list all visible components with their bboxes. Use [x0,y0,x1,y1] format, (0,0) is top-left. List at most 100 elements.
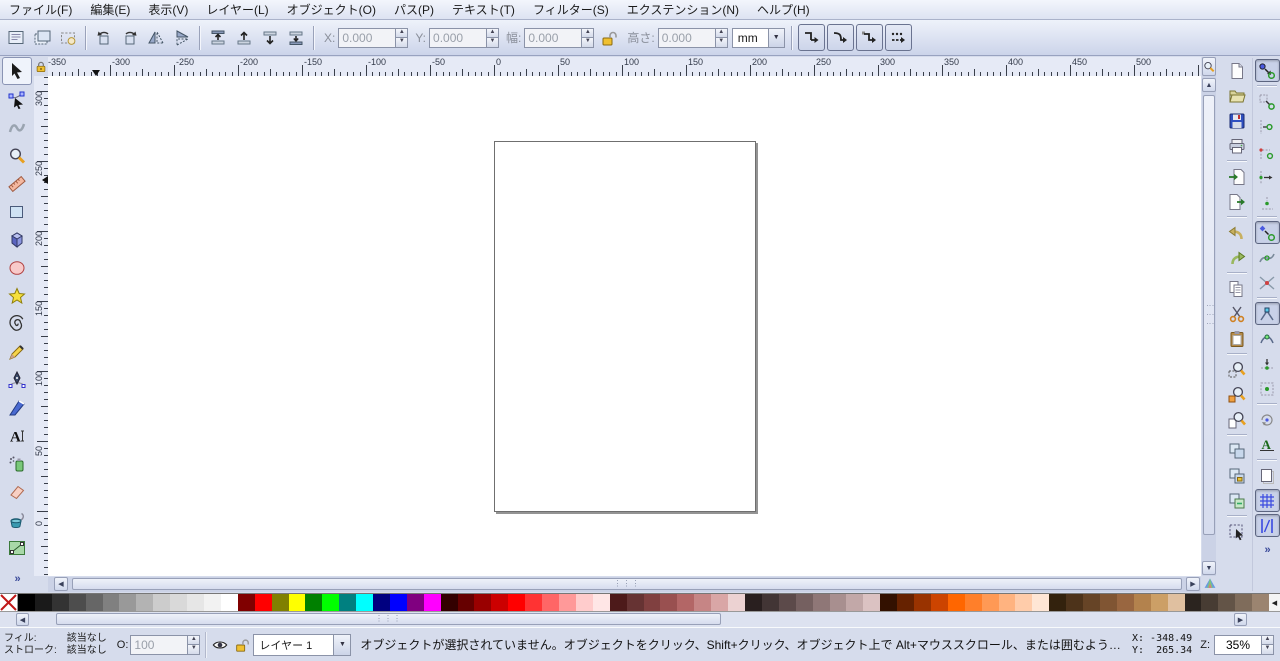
menu-filters[interactable]: フィルター(S) [524,0,618,20]
palette-swatch[interactable] [1252,594,1270,611]
palette-swatch[interactable] [1083,594,1100,611]
palette-swatch[interactable] [542,594,559,611]
redo-button[interactable] [1225,246,1250,269]
scroll-down-arrow[interactable]: ▼ [1202,561,1216,575]
y-spin-down[interactable]: ▼ [486,38,500,48]
snap-bounding-box-toggle[interactable] [1255,90,1280,113]
vertical-scroll-thumb[interactable]: ⋮⋮⋮ [1203,95,1215,535]
flip-vertical-button[interactable] [170,26,194,50]
palette-swatch[interactable] [423,594,441,611]
menu-edit[interactable]: 編集(E) [81,0,139,20]
print-button[interactable] [1225,134,1250,157]
palette-swatch[interactable] [1150,594,1168,611]
palette-swatch[interactable] [930,594,948,611]
lower-button[interactable] [258,26,282,50]
snap-object-centers-toggle[interactable] [1255,377,1280,400]
palette-swatch[interactable] [1049,594,1067,611]
move-gradients-toggle[interactable] [855,24,883,51]
palette-swatch[interactable] [728,594,745,611]
palette-swatch[interactable] [203,594,221,611]
tool-node-editor[interactable] [3,87,31,113]
duplicate-button[interactable] [1225,439,1250,462]
palette-swatch[interactable] [1133,594,1151,611]
palette-swatch[interactable] [102,594,120,611]
tool-tweak[interactable] [3,115,31,141]
palette-swatch[interactable] [389,594,407,611]
snap-bbox-edges-toggle[interactable] [1255,115,1280,138]
lower-to-bottom-button[interactable] [284,26,308,50]
cut-button[interactable] [1225,302,1250,325]
y-input[interactable] [429,27,487,48]
snap-bbox-edge-midpoints-toggle[interactable] [1255,165,1280,188]
move-patterns-toggle[interactable] [884,24,912,51]
snapbar-overflow[interactable]: » [1264,544,1270,556]
toolbox-overflow[interactable]: » [14,573,20,585]
horizontal-scroll-thumb[interactable]: ⋮⋮⋮ [72,578,1182,590]
palette-swatch[interactable] [68,594,86,611]
palette-swatch[interactable] [964,594,982,611]
tool-selector[interactable] [2,57,32,85]
menu-file[interactable]: ファイル(F) [0,0,81,20]
palette-swatch[interactable] [559,594,576,611]
tool-measure[interactable] [3,171,31,197]
palette-swatch[interactable] [305,594,323,611]
palette-swatch[interactable] [136,594,154,611]
palette-swatch[interactable] [761,594,779,611]
palette-swatch[interactable] [1066,594,1084,611]
opacity-spinbox[interactable]: ▲▼ [130,634,201,655]
tool-ellipse[interactable] [3,255,31,281]
layer-selector[interactable]: レイヤー 1 ▼ [253,633,352,656]
scale-stroke-width-toggle[interactable] [797,24,825,51]
palette-swatch[interactable] [643,594,661,611]
palette-swatch[interactable] [474,594,492,611]
scale-rounded-corners-toggle[interactable] [826,24,854,51]
copy-button[interactable] [1225,277,1250,300]
scroll-right-arrow[interactable]: ▶ [1186,577,1200,591]
palette-swatch[interactable] [34,594,52,611]
width-spin-down[interactable]: ▼ [581,38,595,48]
palette-scroll-thumb[interactable]: ⋮⋮⋮ [56,613,721,625]
x-input[interactable] [338,27,396,48]
palette-swatch[interactable] [322,594,340,611]
canvas[interactable] [48,76,1201,576]
select-all-button[interactable] [4,26,28,50]
zoom-page-button[interactable] [1225,408,1250,431]
palette-swatch[interactable] [170,594,188,611]
palette-swatch[interactable] [1100,594,1117,611]
palette-swatch[interactable] [85,594,103,611]
deselect-button[interactable] [56,26,80,50]
zoom-up[interactable]: ▲ [1261,634,1274,645]
raise-to-top-button[interactable] [206,26,230,50]
palette-swatch[interactable] [508,594,526,611]
new-document-button[interactable] [1225,59,1250,82]
palette-scrollbar[interactable]: ◀ ⋮⋮⋮ ▶ [0,612,1280,627]
rotate-90-ccw-button[interactable] [92,26,116,50]
menu-path[interactable]: パス(P) [385,0,443,20]
zoom-drawing-button[interactable] [1225,383,1250,406]
opacity-up[interactable]: ▲ [187,634,201,645]
tool-bezier-pen[interactable] [3,367,31,393]
snap-line-midpoints-toggle[interactable] [1255,352,1280,375]
height-input[interactable] [657,27,715,48]
palette-swatch[interactable] [373,594,390,611]
save-button[interactable] [1225,109,1250,132]
palette-swatch[interactable] [1032,594,1050,611]
zoom-selection-button[interactable] [1225,358,1250,381]
palette-swatch[interactable] [947,594,965,611]
palette-swatch[interactable] [846,594,864,611]
palette-swatch[interactable] [220,594,238,611]
palette-swatch[interactable] [626,594,644,611]
palette-swatch[interactable] [187,594,204,611]
zoom-corner-button[interactable] [1202,57,1216,76]
snap-bbox-corners-toggle[interactable] [1255,140,1280,163]
palette-swatch[interactable] [440,594,458,611]
layer-visibility-eye-icon[interactable] [212,637,228,653]
layer-dropdown-arrow[interactable]: ▼ [334,633,352,656]
tool-zoom[interactable] [3,143,31,169]
palette-swatch[interactable] [1184,594,1202,611]
unlink-clone-button[interactable] [1225,489,1250,512]
lock-guides-corner[interactable] [34,57,48,76]
lock-width-height-ratio[interactable] [597,26,621,50]
palette-scroll-right[interactable]: ▶ [1234,613,1247,626]
width-spin-up[interactable]: ▲ [581,27,595,38]
